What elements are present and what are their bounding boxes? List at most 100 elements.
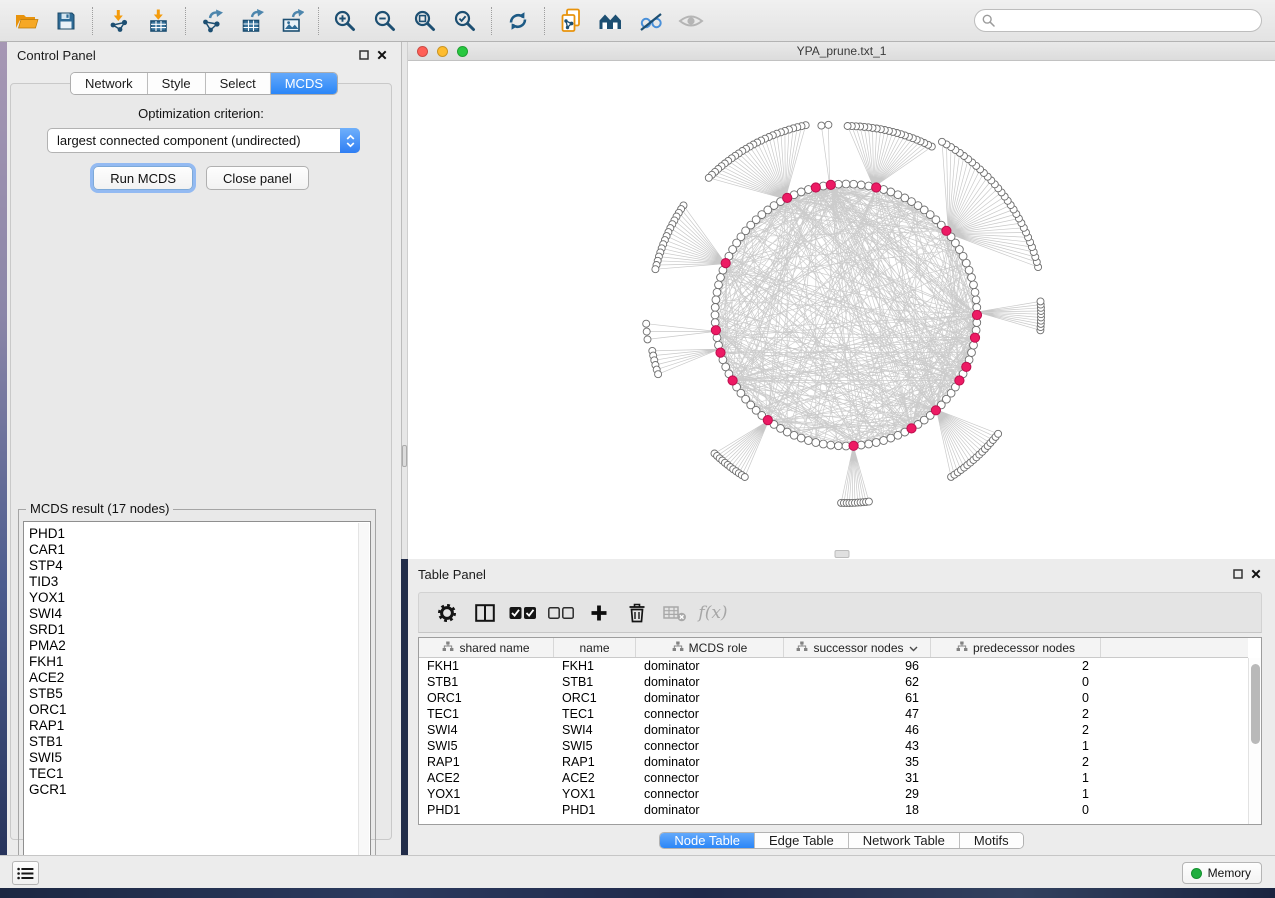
table-row[interactable]: ORC1ORC1dominator610 — [419, 690, 1248, 706]
scrollbar-thumb[interactable] — [1251, 664, 1260, 744]
list-item[interactable]: STP4 — [29, 558, 358, 574]
export-network-icon[interactable] — [192, 4, 232, 38]
network-canvas[interactable] — [408, 61, 1275, 559]
table-row[interactable]: TEC1TEC1connector472 — [419, 706, 1248, 722]
tab-node-table[interactable]: Node Table — [660, 833, 754, 848]
export-image-icon[interactable] — [272, 4, 312, 38]
table-settings-icon[interactable] — [431, 597, 463, 629]
tab-select[interactable]: Select — [205, 73, 270, 94]
zoom-out-icon[interactable] — [365, 4, 405, 38]
first-neighbors-icon[interactable] — [591, 4, 631, 38]
cell-shared-name: RAP1 — [419, 754, 554, 770]
float-table-panel-icon[interactable] — [1229, 565, 1247, 583]
window-minimize-icon[interactable] — [437, 46, 448, 57]
close-panel-button[interactable]: Close panel — [206, 166, 309, 190]
criterion-value: largest connected component (undirected) — [48, 133, 340, 148]
clone-network-icon[interactable] — [551, 4, 591, 38]
memory-button[interactable]: Memory — [1182, 862, 1262, 884]
cell-MCDS-role: dominator — [636, 674, 784, 690]
tab-network-table[interactable]: Network Table — [848, 833, 959, 848]
tab-motifs[interactable]: Motifs — [959, 833, 1023, 848]
tab-mcds[interactable]: MCDS — [270, 73, 337, 94]
list-item[interactable]: YOX1 — [29, 590, 358, 606]
cell-predecessor-nodes: 2 — [931, 658, 1101, 674]
refresh-layout-icon[interactable] — [498, 4, 538, 38]
tab-style[interactable]: Style — [147, 73, 205, 94]
import-network-icon[interactable] — [99, 4, 139, 38]
list-item[interactable]: TEC1 — [29, 766, 358, 782]
list-item[interactable]: STB5 — [29, 686, 358, 702]
list-item[interactable]: FKH1 — [29, 654, 358, 670]
delete-selected-icon[interactable] — [621, 597, 653, 629]
window-close-icon[interactable] — [417, 46, 428, 57]
cell-successor-nodes: 43 — [784, 738, 931, 754]
zoom-in-icon[interactable] — [325, 4, 365, 38]
control-panel-header: Control Panel — [7, 42, 401, 68]
show-graphics-details-icon — [671, 4, 711, 38]
table-row[interactable]: RAP1RAP1dominator352 — [419, 754, 1248, 770]
column-header-MCDS-role[interactable]: MCDS role — [636, 638, 784, 657]
list-item[interactable]: TID3 — [29, 574, 358, 590]
list-item[interactable]: ORC1 — [29, 702, 358, 718]
task-history-icon[interactable] — [12, 861, 39, 885]
list-item[interactable]: SRD1 — [29, 622, 358, 638]
cell-successor-nodes: 29 — [784, 786, 931, 802]
tab-network[interactable]: Network — [71, 73, 147, 94]
cell-MCDS-role: connector — [636, 786, 784, 802]
close-table-panel-icon[interactable] — [1247, 565, 1265, 583]
namespace-icon — [442, 641, 454, 655]
close-panel-icon[interactable] — [373, 46, 391, 64]
cell-name: FKH1 — [554, 658, 636, 674]
zoom-selected-icon[interactable] — [445, 4, 485, 38]
column-label: predecessor nodes — [973, 641, 1075, 655]
table-row[interactable]: SWI5SWI5connector431 — [419, 738, 1248, 754]
list-item[interactable]: SWI4 — [29, 606, 358, 622]
deselect-all-icon[interactable] — [545, 597, 577, 629]
table-row[interactable]: STB1STB1dominator620 — [419, 674, 1248, 690]
split-pane-grip[interactable] — [834, 550, 849, 558]
list-scrollbar-track[interactable] — [358, 523, 369, 874]
export-table-icon[interactable] — [232, 4, 272, 38]
open-network-icon[interactable] — [6, 4, 46, 38]
save-session-icon[interactable] — [46, 4, 86, 38]
list-item[interactable]: PHD1 — [29, 526, 358, 542]
divider-grip[interactable] — [402, 445, 407, 467]
select-all-icon[interactable] — [507, 597, 539, 629]
cell-predecessor-nodes: 1 — [931, 786, 1101, 802]
list-item[interactable]: STB1 — [29, 734, 358, 750]
search-input[interactable] — [999, 12, 1261, 30]
create-column-icon[interactable] — [583, 597, 615, 629]
table-row[interactable]: YOX1YOX1connector291 — [419, 786, 1248, 802]
cell-shared-name: FKH1 — [419, 658, 554, 674]
import-table-icon[interactable] — [139, 4, 179, 38]
hide-graphics-details-icon[interactable] — [631, 4, 671, 38]
panel-split-divider[interactable] — [401, 42, 408, 559]
table-row[interactable]: PHD1PHD1dominator180 — [419, 802, 1248, 818]
float-panel-icon[interactable] — [355, 46, 373, 64]
table-row[interactable]: SWI4SWI4dominator462 — [419, 722, 1248, 738]
run-mcds-button[interactable]: Run MCDS — [93, 166, 193, 190]
toggle-column-panel-icon[interactable] — [469, 597, 501, 629]
column-header-shared-name[interactable]: shared name — [419, 638, 554, 657]
column-header-name[interactable]: name — [554, 638, 636, 657]
list-item[interactable]: ACE2 — [29, 670, 358, 686]
list-item[interactable]: GCR1 — [29, 782, 358, 798]
table-tabs-group: Node TableEdge TableNetwork TableMotifs — [659, 832, 1023, 849]
table-scrollbar[interactable] — [1248, 658, 1261, 824]
list-item[interactable]: SWI5 — [29, 750, 358, 766]
column-label: shared name — [459, 641, 529, 655]
list-item[interactable]: PMA2 — [29, 638, 358, 654]
cell-successor-nodes: 61 — [784, 690, 931, 706]
mcds-result-title: MCDS result (17 nodes) — [26, 501, 173, 516]
cell-predecessor-nodes: 0 — [931, 690, 1101, 706]
window-zoom-icon[interactable] — [457, 46, 468, 57]
table-row[interactable]: FKH1FKH1dominator962 — [419, 658, 1248, 674]
list-item[interactable]: CAR1 — [29, 542, 358, 558]
column-header-predecessor-nodes[interactable]: predecessor nodes — [931, 638, 1101, 657]
column-header-successor-nodes[interactable]: successor nodes — [784, 638, 931, 657]
tab-edge-table[interactable]: Edge Table — [754, 833, 848, 848]
criterion-dropdown[interactable]: largest connected component (undirected) — [47, 128, 360, 153]
zoom-fit-icon[interactable] — [405, 4, 445, 38]
table-row[interactable]: ACE2ACE2connector311 — [419, 770, 1248, 786]
list-item[interactable]: RAP1 — [29, 718, 358, 734]
